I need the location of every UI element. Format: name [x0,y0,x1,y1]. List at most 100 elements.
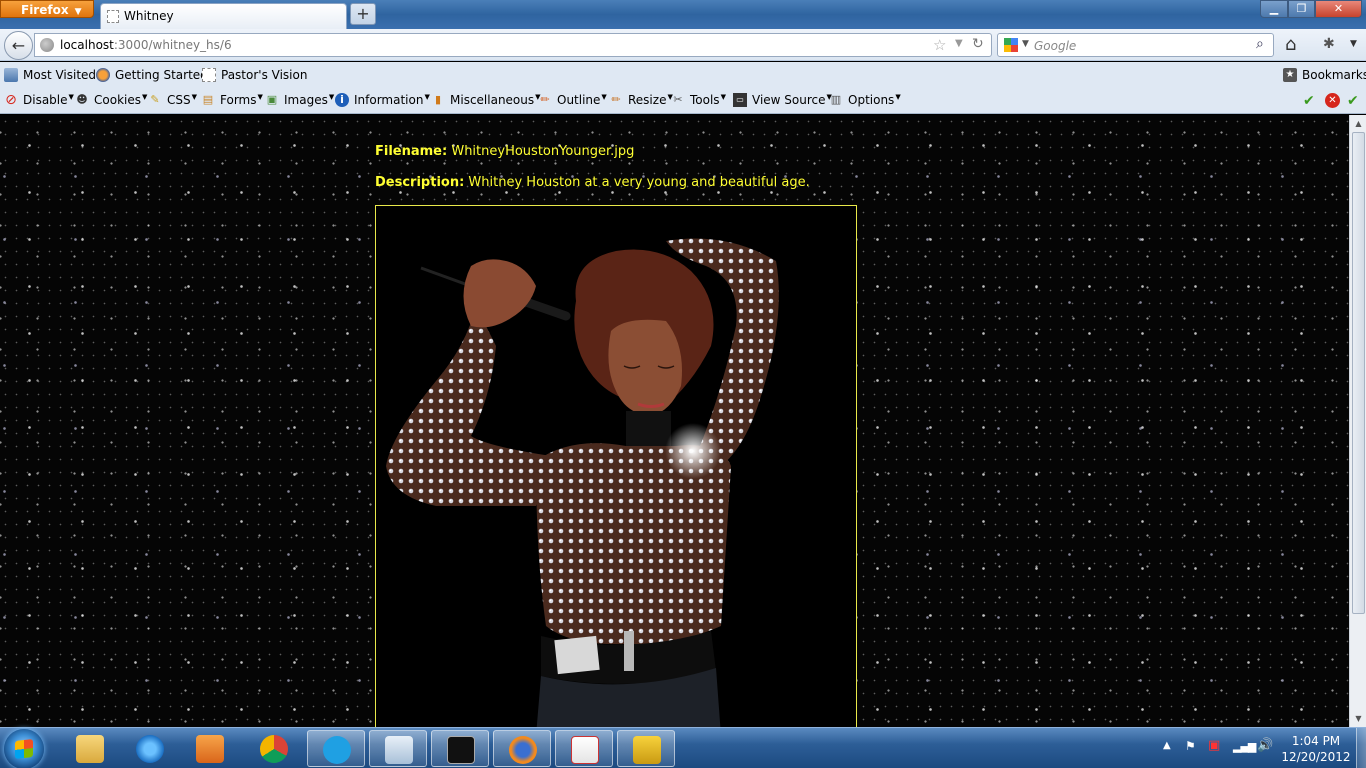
chevron-down-icon: ▼ [74,7,82,17]
taskbar-cmd[interactable] [431,730,489,767]
search-icon[interactable]: ⌕ [1256,36,1264,52]
taskbar-chrome[interactable] [245,730,303,767]
chevron-down-icon[interactable]: ▼ [1350,39,1357,49]
bookmark-star-icon[interactable]: ☆ [933,36,946,54]
url-text[interactable]: localhost:3000/whitney_hs/6 [60,38,232,52]
menu-css[interactable]: ✎ CSS ▼ [148,93,197,107]
description-label: Description: [375,175,465,190]
taskbar-explorer[interactable] [61,730,119,767]
options-icon: ▥ [830,93,842,106]
menu-disable[interactable]: ⊘ Disable ▼ [4,93,74,107]
skype-icon [323,736,351,764]
miscellaneous-icon: ▮ [434,93,442,106]
reload-icon[interactable]: ↻ [972,36,984,52]
addon-icon[interactable]: ✱ [1323,36,1335,52]
search-input[interactable]: Google [1034,39,1076,53]
taskbar-fireworks[interactable] [617,730,675,767]
menu-cookies[interactable]: ☻ Cookies ▼ [75,93,147,107]
css-valid-check-icon[interactable]: ✔ [1303,93,1315,109]
search-bar[interactable]: ▼ Google ⌕ [997,33,1274,57]
menu-view-source[interactable]: ▭ View Source ▼ [733,93,832,107]
bookmark-getting-started[interactable]: Getting Started [96,68,208,82]
internet-explorer-icon [136,735,164,763]
bookmark-label: Pastor's Vision [221,68,308,82]
menu-label: Information [354,93,424,107]
start-button[interactable] [4,729,44,768]
disable-icon: ⊘ [5,92,17,108]
bookmarks-star-icon: ★ [1283,68,1297,82]
network-signal-icon[interactable]: ▂▄▆ [1233,740,1256,753]
blank-page-icon [202,68,216,82]
photo-illustration [376,206,856,727]
alert-icon[interactable]: ▣ [1208,738,1220,753]
menu-label: View Source [752,93,826,107]
bookmarks-menu-button[interactable]: ★ Bookmarks [1283,68,1366,82]
bookmark-label: Getting Started [115,68,208,82]
outline-icon: ✏ [540,93,550,106]
menu-label: Options [848,93,895,107]
maximize-button[interactable]: ❐ [1288,0,1315,18]
scrollbar-thumb[interactable] [1352,132,1365,614]
css-icon: ✎ [150,93,160,106]
menu-label: Resize [628,93,667,107]
taskbar-internet-explorer[interactable] [121,730,179,767]
clock-date: 12/20/2012 [1281,750,1351,764]
fireworks-icon [633,736,661,764]
menu-label: Tools [690,93,720,107]
view-source-icon: ▭ [733,93,747,107]
page-content: Filename: WhitneyHoustonYounger.jpg Desc… [0,115,1349,727]
new-tab-button[interactable]: + [350,3,376,25]
tab-whitney[interactable]: Whitney [100,3,347,29]
search-engine-dropdown-icon[interactable]: ▼ [1022,39,1029,49]
menu-label: CSS [167,93,191,107]
menu-label: Cookies [94,93,141,107]
bookmark-pastors-vision[interactable]: Pastor's Vision [202,68,307,82]
resize-icon: ✏ [611,93,621,106]
show-hidden-icons-icon[interactable]: ▲ [1163,740,1171,751]
menu-miscellaneous[interactable]: ▮ Miscellaneous ▼ [431,93,541,107]
globe-icon [40,38,54,52]
menu-tools[interactable]: ✂ Tools ▼ [671,93,726,107]
acrobat-icon [571,736,599,764]
history-dropdown-icon[interactable]: ▼ [955,38,963,49]
show-desktop-button[interactable] [1356,728,1366,768]
firefox-menu-button[interactable]: Firefox ▼ [0,0,94,18]
close-button[interactable]: ✕ [1315,0,1362,18]
menu-outline[interactable]: ✏ Outline ▼ [538,93,606,107]
navigation-bar: ← localhost:3000/whitney_hs/6 ☆ ▼ ↻ ▼ Go… [0,29,1366,61]
taskbar-media-player[interactable] [181,730,239,767]
home-icon[interactable]: ⌂ [1285,34,1296,55]
taskbar-firefox[interactable] [493,730,551,767]
menu-options[interactable]: ▥ Options ▼ [829,93,901,107]
action-center-flag-icon[interactable]: ⚑ [1185,739,1196,753]
photo-metadata: Filename: WhitneyHoustonYounger.jpg Desc… [375,144,810,206]
bookmarks-menu-label: Bookmarks [1302,68,1366,82]
taskbar-skype[interactable] [307,730,365,767]
menu-information[interactable]: i Information ▼ [335,93,430,107]
google-icon[interactable] [1004,38,1018,52]
menu-resize[interactable]: ✏ Resize ▼ [609,93,672,107]
back-arrow-icon: ← [11,36,26,55]
scroll-up-icon[interactable]: ▲ [1350,115,1366,132]
taskbar-notepad[interactable] [369,730,427,767]
firefox-icon [509,736,537,764]
address-bar[interactable]: localhost:3000/whitney_hs/6 ☆ ▼ ↻ [34,33,992,57]
firefox-menu-label: Firefox [21,3,69,17]
menu-forms[interactable]: ▤ Forms ▼ [201,93,263,107]
folder-icon [76,735,104,763]
menu-images[interactable]: ▣ Images ▼ [265,93,334,107]
description-value: Whitney Houston at a very young and beau… [468,175,810,190]
scroll-down-icon[interactable]: ▼ [1350,710,1366,727]
minimize-button[interactable]: ▁ [1260,0,1288,18]
windows-logo-icon [15,739,33,759]
taskbar-acrobat[interactable] [555,730,613,767]
vertical-scrollbar[interactable]: ▲ ▼ [1349,115,1366,727]
forms-icon: ▤ [202,93,214,106]
error-icon[interactable]: ✕ [1325,93,1340,108]
volume-icon[interactable]: 🔊 [1257,738,1273,753]
html-valid-check-icon[interactable]: ✔ [1347,93,1359,109]
back-button[interactable]: ← [4,31,33,60]
clock[interactable]: 1:04 PM 12/20/2012 [1276,733,1356,765]
bookmark-most-visited[interactable]: Most Visited [4,68,96,82]
firefox-icon [96,68,110,82]
